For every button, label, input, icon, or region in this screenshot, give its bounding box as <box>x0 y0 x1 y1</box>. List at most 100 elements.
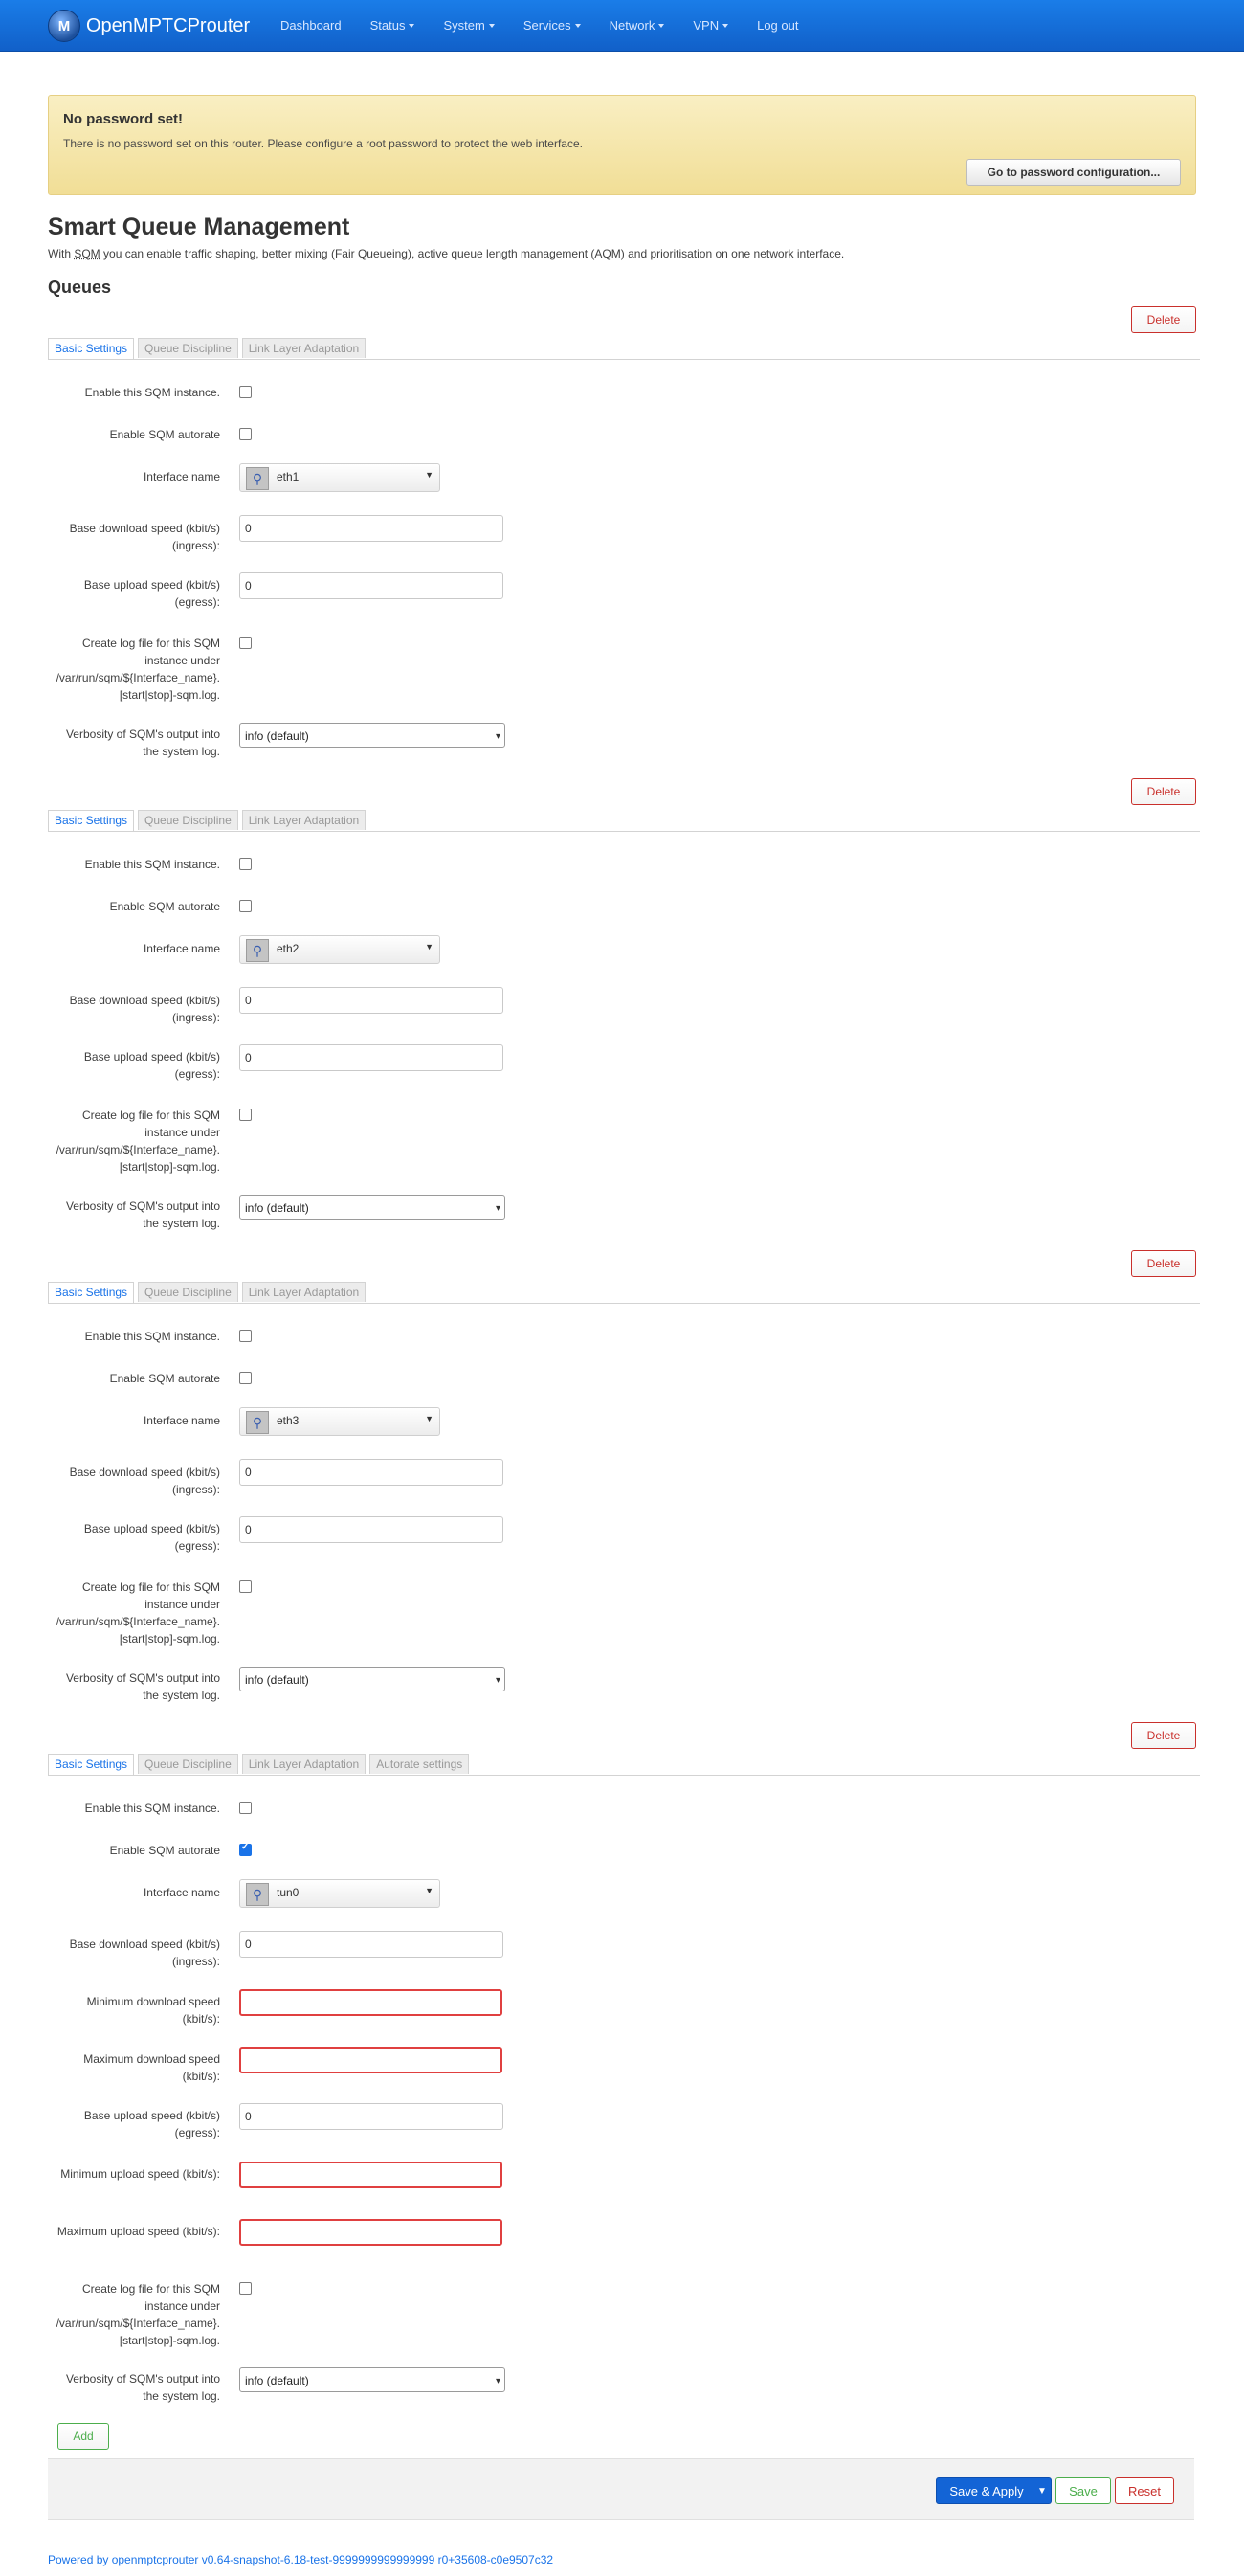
field-label-verbosity: Verbosity of SQM's output into the syste… <box>65 728 220 758</box>
field-label-download: Base download speed (kbit/s) (ingress): <box>69 1938 220 1968</box>
interface-name-value: tun0 <box>277 1886 300 1899</box>
verbosity-select[interactable]: info (default) ▾ <box>239 2367 505 2392</box>
autorate-checkbox[interactable] <box>239 428 252 440</box>
verbosity-select[interactable]: info (default) ▾ <box>239 1195 505 1220</box>
add-button[interactable]: Add <box>57 2423 109 2450</box>
logfile-checkbox[interactable] <box>239 637 252 649</box>
max-download-input[interactable] <box>239 2047 502 2073</box>
nav-item-network[interactable]: Network <box>595 18 679 33</box>
field-label-enable: Enable this SQM instance. <box>84 1802 220 1815</box>
delete-button[interactable]: Delete <box>1131 1250 1196 1277</box>
field-label-min-download: Minimum download speed (kbit/s): <box>86 1995 220 2026</box>
field-label-upload: Base upload speed (kbit/s) (egress): <box>83 2109 220 2139</box>
network-interface-icon: ⚲ <box>246 467 269 490</box>
nav-item-services[interactable]: Services <box>509 18 595 33</box>
verbosity-select[interactable]: info (default) ▾ <box>239 1667 505 1691</box>
delete-button[interactable]: Delete <box>1131 778 1196 805</box>
nav-item-status[interactable]: Status <box>356 18 430 33</box>
go-to-password-config-button[interactable]: Go to password configuration... <box>966 159 1181 186</box>
interface-select[interactable]: ⚲ eth2 ▼ <box>239 935 440 964</box>
chevron-down-icon: ▾ <box>495 2376 500 2386</box>
autorate-checkbox[interactable] <box>239 1842 252 1856</box>
tab-basic-settings[interactable]: Basic Settings <box>48 338 135 359</box>
logfile-checkbox[interactable] <box>239 2282 252 2295</box>
save-button[interactable]: Save <box>1055 2477 1111 2504</box>
alert-text: There is no password set on this router.… <box>63 137 583 150</box>
upload-input[interactable]: 0 <box>239 1516 503 1543</box>
interface-select[interactable]: ⚲ eth3 ▼ <box>239 1407 440 1436</box>
logfile-checkbox[interactable] <box>239 1109 252 1121</box>
field-label-upload: Base upload speed (kbit/s) (egress): <box>83 1050 220 1081</box>
nav-item-vpn[interactable]: VPN <box>678 18 743 33</box>
desc-after: you can enable traffic shaping, better m… <box>100 247 845 260</box>
caret-down-icon <box>488 23 495 28</box>
sqm-abbr: SQM <box>74 247 100 260</box>
min-download-input[interactable] <box>239 1989 502 2016</box>
nav-item-system[interactable]: System <box>429 18 508 33</box>
verbosity-value: info (default) <box>245 1673 309 1687</box>
logfile-checkbox[interactable] <box>239 1580 252 1593</box>
nav-item-dashboard[interactable]: Dashboard <box>266 18 356 33</box>
tab-link-layer-adaptation[interactable]: Link Layer Adaptation <box>241 1754 367 1774</box>
field-label-verbosity: Verbosity of SQM's output into the syste… <box>65 2372 220 2403</box>
tab-autorate-settings[interactable]: Autorate settings <box>369 1754 470 1774</box>
enabled-checkbox[interactable] <box>239 386 252 398</box>
page-title: Smart Queue Management <box>48 213 350 240</box>
delete-button[interactable]: Delete <box>1131 306 1196 333</box>
form-actions: Save & Apply ▼ Save Reset <box>48 2458 1194 2520</box>
enabled-checkbox[interactable] <box>239 1330 252 1342</box>
tab-queue-discipline[interactable]: Queue Discipline <box>138 810 238 830</box>
interface-name-value: eth3 <box>277 1414 300 1427</box>
field-label-logfile: Create log file for this SQM instance un… <box>56 637 220 702</box>
field-label-interface: Interface name <box>143 470 220 483</box>
upload-input[interactable]: 0 <box>239 572 503 599</box>
no-password-alert: No password set! There is no password se… <box>48 95 1196 195</box>
caret-down-icon <box>722 23 729 28</box>
enabled-checkbox[interactable] <box>239 858 252 870</box>
page-description: With SQM you can enable traffic shaping,… <box>48 247 844 260</box>
tab-link-layer-adaptation[interactable]: Link Layer Adaptation <box>241 338 367 358</box>
openmptcprouter-logo-icon: M <box>48 10 80 42</box>
tab-basic-settings[interactable]: Basic Settings <box>48 810 135 831</box>
field-label-max-download: Maximum download speed (kbit/s): <box>83 2052 220 2083</box>
tab-queue-discipline[interactable]: Queue Discipline <box>138 1282 238 1302</box>
field-label-upload: Base upload speed (kbit/s) (egress): <box>83 1522 220 1553</box>
tab-link-layer-adaptation[interactable]: Link Layer Adaptation <box>241 810 367 830</box>
field-label-autorate: Enable SQM autorate <box>109 1372 220 1385</box>
download-input[interactable]: 0 <box>239 987 503 1014</box>
autorate-checkbox[interactable] <box>239 1372 252 1384</box>
tab-link-layer-adaptation[interactable]: Link Layer Adaptation <box>241 1282 367 1302</box>
nav-item-label: Services <box>522 18 571 33</box>
download-input[interactable]: 0 <box>239 1459 503 1486</box>
footer-link[interactable]: Powered by openmptcprouter v0.64-snapsho… <box>48 2553 553 2566</box>
download-input[interactable]: 0 <box>239 515 503 542</box>
field-label-min-upload: Minimum upload speed (kbit/s): <box>60 2167 220 2181</box>
tab-queue-discipline[interactable]: Queue Discipline <box>138 338 238 358</box>
download-input[interactable]: 0 <box>239 1931 503 1958</box>
interface-select[interactable]: ⚲ tun0 ▼ <box>239 1879 440 1908</box>
verbosity-select[interactable]: info (default) ▾ <box>239 723 505 748</box>
field-label-enable: Enable this SQM instance. <box>84 386 220 399</box>
brand[interactable]: M OpenMPTCProuter <box>48 7 250 45</box>
field-label-interface: Interface name <box>143 942 220 955</box>
upload-input[interactable]: 0 <box>239 2103 503 2130</box>
tab-queue-discipline[interactable]: Queue Discipline <box>138 1754 238 1774</box>
caret-down-icon <box>409 23 415 28</box>
max-upload-input[interactable] <box>239 2219 502 2246</box>
nav-item-log-out[interactable]: Log out <box>743 18 812 33</box>
field-label-max-upload: Maximum upload speed (kbit/s): <box>56 2225 220 2238</box>
save-apply-button[interactable]: Save & Apply <box>936 2477 1037 2504</box>
upload-input[interactable]: 0 <box>239 1044 503 1071</box>
tab-basic-settings[interactable]: Basic Settings <box>48 1282 135 1303</box>
autorate-checkbox[interactable] <box>239 900 252 912</box>
interface-select[interactable]: ⚲ eth1 ▼ <box>239 463 440 492</box>
min-upload-input[interactable] <box>239 2162 502 2188</box>
tab-basic-settings[interactable]: Basic Settings <box>48 1754 135 1775</box>
delete-button[interactable]: Delete <box>1131 1722 1196 1749</box>
field-label-autorate: Enable SQM autorate <box>109 428 220 441</box>
nav-item-label: Network <box>609 18 655 33</box>
enabled-checkbox[interactable] <box>239 1802 252 1814</box>
save-apply-dropdown-icon[interactable]: ▼ <box>1033 2477 1052 2504</box>
reset-button[interactable]: Reset <box>1115 2477 1174 2504</box>
chevron-down-icon: ▼ <box>425 1886 433 1895</box>
